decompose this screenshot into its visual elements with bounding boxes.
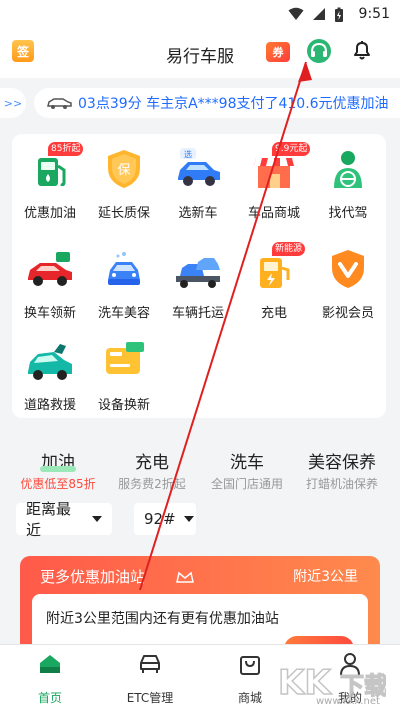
driver-icon xyxy=(334,151,362,188)
service-new-car[interactable]: 选 选新车 xyxy=(160,134,236,224)
tab-charging[interactable]: 充电 服务费2折起 xyxy=(102,448,202,492)
road-rescue-icon xyxy=(28,344,72,380)
car-front-icon xyxy=(140,655,160,673)
video-vip-icon xyxy=(332,250,364,288)
fuel-type-value: 92# xyxy=(144,510,176,528)
tow-truck-icon xyxy=(176,258,220,288)
car-icon xyxy=(47,98,72,109)
sort-dropdown[interactable]: 距离最近 xyxy=(16,500,112,539)
status-time: 9:51 xyxy=(358,6,390,22)
watermark-url: www.kkx.net xyxy=(316,696,380,707)
service-label: 换车领新 xyxy=(23,306,76,321)
tab-subtitle: 服务费2折起 xyxy=(118,477,186,491)
red-car-icon xyxy=(28,252,72,286)
nav-label: ETC管理 xyxy=(126,691,174,705)
service-trade-in[interactable]: 换车领新 xyxy=(12,234,88,324)
more-stations-card[interactable]: 更多优惠加油站 附近3公里 附近3公里范围内还有更有优惠加油站 xyxy=(20,556,380,656)
service-label: 延长质保 xyxy=(97,206,150,221)
service-charging[interactable]: 新能源 充电 xyxy=(236,234,312,324)
service-label: 车辆托运 xyxy=(171,306,224,321)
customer-service-icon[interactable] xyxy=(306,38,332,64)
notification-bell-icon[interactable] xyxy=(350,38,374,62)
app-title: 易行车服 xyxy=(166,47,234,67)
shield-bao-icon: 保 xyxy=(108,150,140,188)
tab-beauty-maintenance[interactable]: 美容保养 打蜡机油保养 xyxy=(292,448,392,492)
tab-title: 洗车 xyxy=(230,453,264,473)
tab-subtitle: 优惠低至85折 xyxy=(20,477,96,491)
nav-home[interactable]: 首页 xyxy=(0,651,100,706)
service-label: 优惠加油 xyxy=(23,206,76,221)
marquee-expand-button[interactable]: >> xyxy=(0,88,26,118)
caret-down-icon xyxy=(92,516,102,522)
service-car-wash[interactable]: 洗车美容 xyxy=(86,234,162,324)
service-label: 找代驾 xyxy=(328,206,368,221)
services-grid: 85折起 优惠加油 保 延长质保 选 选新车 9.9元起 车品商城 找代驾 换车… xyxy=(12,134,386,418)
signal-icon xyxy=(313,8,325,20)
blue-car-icon: 选 xyxy=(178,148,220,186)
service-device-renewal[interactable]: 设备换新 xyxy=(86,326,162,416)
service-car-shipping[interactable]: 车辆托运 xyxy=(160,234,236,324)
service-road-rescue[interactable]: 道路救援 xyxy=(12,326,88,416)
tab-title: 充电 xyxy=(135,453,169,473)
service-label: 车品商城 xyxy=(247,206,300,221)
active-tab-indicator xyxy=(40,466,76,472)
etc-card-icon xyxy=(106,342,144,374)
fuel-type-dropdown[interactable]: 92# xyxy=(134,503,196,535)
service-label: 洗车美容 xyxy=(97,306,150,321)
service-label: 影视会员 xyxy=(321,306,374,321)
category-tabs: 加油 优惠低至85折 充电 服务费2折起 洗车 全国门店通用 美容保养 打蜡机油… xyxy=(0,440,400,492)
tab-subtitle: 全国门店通用 xyxy=(210,477,283,491)
service-car-mall[interactable]: 9.9元起 车品商城 xyxy=(236,134,312,224)
service-fuel-discount[interactable]: 85折起 优惠加油 xyxy=(12,134,88,224)
shopping-bag-icon xyxy=(240,656,260,675)
caret-down-icon xyxy=(183,516,194,522)
order-marquee: >> 03点39分 车主京A***98支付了410.6元优惠加油 xyxy=(0,80,400,126)
service-designated-driver[interactable]: 找代驾 xyxy=(310,134,386,224)
home-icon xyxy=(40,655,60,673)
svg-text:保: 保 xyxy=(117,163,130,178)
service-badge: 9.9元起 xyxy=(272,142,311,156)
service-label: 设备换新 xyxy=(97,398,150,413)
tab-subtitle: 打蜡机油保养 xyxy=(305,477,378,491)
promo-distance: 附近3公里 xyxy=(293,569,358,585)
tab-title: 美容保养 xyxy=(308,453,376,473)
status-bar: 9:51 xyxy=(0,0,400,30)
promo-title: 更多优惠加油站 xyxy=(40,568,146,586)
crown-icon xyxy=(176,571,194,583)
marquee-text: 03点39分 车主京A***98支付了410.6元优惠加油 xyxy=(78,96,389,112)
sort-value: 距离最近 xyxy=(26,500,72,539)
service-badge: 新能源 xyxy=(272,242,306,256)
marquee-pill[interactable]: 03点39分 车主京A***98支付了410.6元优惠加油 xyxy=(34,88,400,118)
service-extended-warranty[interactable]: 保 延长质保 xyxy=(86,134,162,224)
car-wash-icon xyxy=(108,252,140,285)
service-label: 选新车 xyxy=(178,206,218,221)
battery-icon xyxy=(335,7,343,22)
service-video-vip[interactable]: 影视会员 xyxy=(310,234,386,324)
coupon-button[interactable]: 券 xyxy=(266,42,290,62)
status-icons xyxy=(288,7,344,23)
promo-text: 附近3公里范围内还有更有优惠加油站 xyxy=(46,611,279,627)
tab-car-wash[interactable]: 洗车 全国门店通用 xyxy=(197,448,297,492)
service-label: 道路救援 xyxy=(23,398,76,413)
service-badge: 85折起 xyxy=(48,142,84,156)
app-header: 签 易行车服 券 xyxy=(0,30,400,78)
service-label: 充电 xyxy=(260,306,287,321)
nav-etc[interactable]: ETC管理 xyxy=(100,651,200,706)
wifi-icon xyxy=(288,7,304,20)
svg-text:选: 选 xyxy=(184,149,192,159)
nav-label: 首页 xyxy=(37,691,62,705)
